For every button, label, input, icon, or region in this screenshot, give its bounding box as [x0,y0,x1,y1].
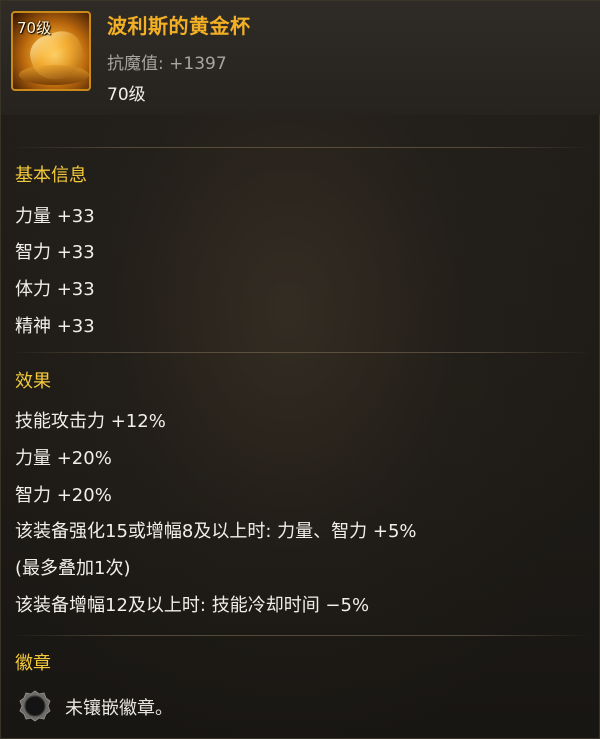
empty-emblem-slot-icon[interactable] [19,690,51,722]
item-level: 70级 [107,85,146,105]
effect-line: (最多叠加1次) [15,558,131,579]
section-title-effects: 效果 [15,371,51,392]
effect-line: 技能攻击力 +12% [15,411,166,432]
basic-stat-strength: 力量 +33 [15,206,95,227]
section-title-basic-info: 基本信息 [15,165,87,186]
divider [9,352,593,353]
item-tooltip: 70级 波利斯的黄金杯 抗魔值: +1397 70级 基本信息 力量 +33 智… [0,0,600,739]
effect-line: 该装备增幅12及以上时: 技能冷却时间 −5% [15,595,370,616]
effect-line: 智力 +20% [15,485,112,506]
item-header: 70级 波利斯的黄金杯 抗魔值: +1397 70级 [1,1,600,115]
emblem-slot-text: 未镶嵌徽章。 [65,698,173,719]
icon-level-badge: 70级 [17,19,52,37]
basic-stat-vitality: 体力 +33 [15,279,95,300]
effect-line: 力量 +20% [15,448,112,469]
effect-line: 该装备强化15或增幅8及以上时: 力量、智力 +5% [15,521,417,542]
divider [9,147,593,148]
section-title-emblem: 徽章 [15,653,51,674]
basic-stat-intelligence: 智力 +33 [15,242,95,263]
golden-cup-icon: 70级 [11,11,91,91]
basic-stat-spirit: 精神 +33 [15,316,95,337]
divider [9,635,593,636]
item-magic-resist-stat: 抗魔值: +1397 [107,54,227,74]
item-name: 波利斯的黄金杯 [107,14,251,38]
